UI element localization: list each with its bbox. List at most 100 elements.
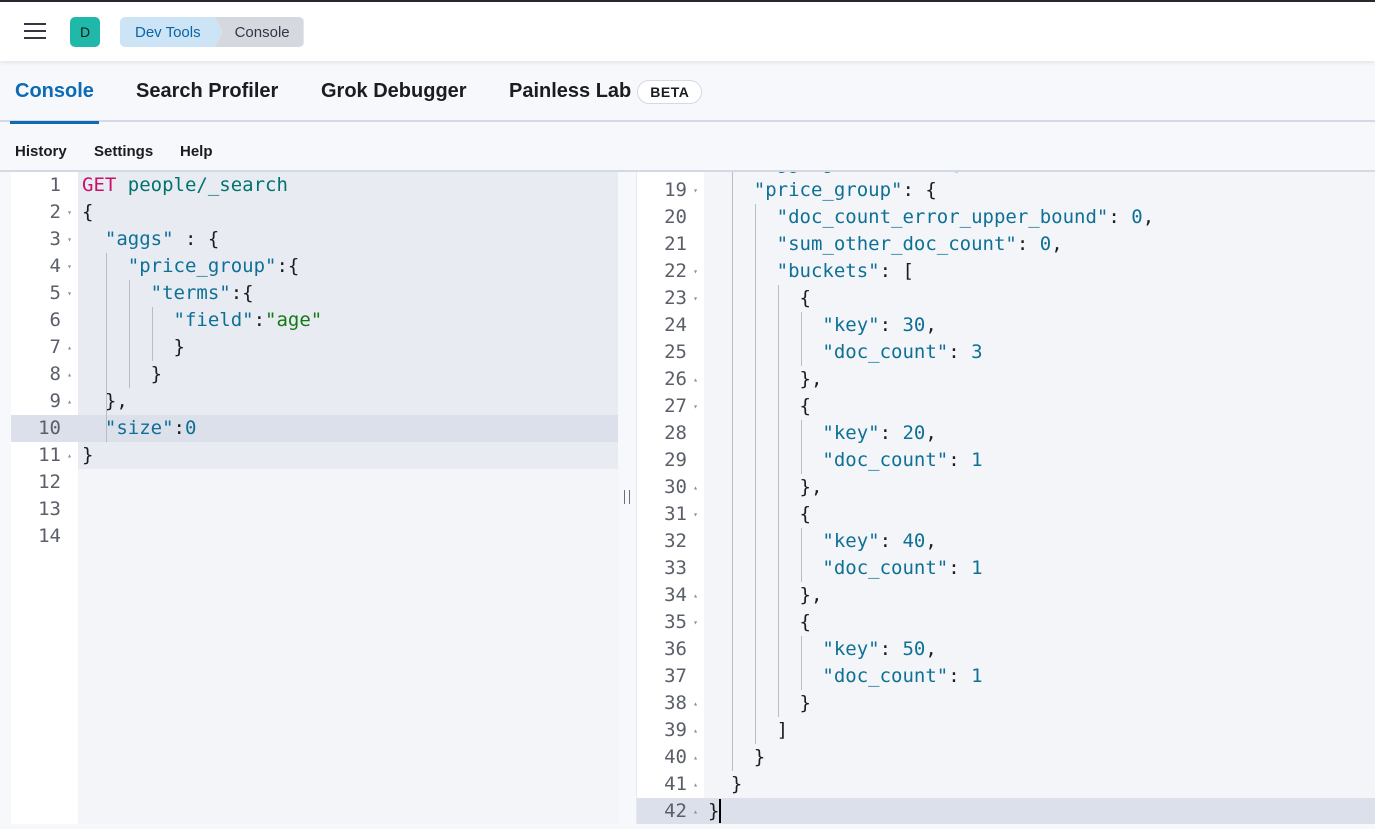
line-number: 20	[664, 206, 687, 228]
fold-expand-icon[interactable]: ▴	[67, 442, 72, 469]
line-number: 33	[664, 557, 687, 579]
token-punc: }	[82, 363, 163, 385]
token-punc	[708, 638, 822, 660]
fold-expand-icon[interactable]: ▴	[693, 771, 698, 798]
fold-expand-icon[interactable]: ▴	[693, 474, 698, 501]
fold-collapse-icon[interactable]: ▾	[693, 177, 698, 204]
token-punc: ,	[925, 638, 937, 660]
line-number: 10	[38, 417, 61, 439]
response-editor-content[interactable]: "aggregations" : { "price_group": { "doc…	[704, 172, 1375, 824]
fold-expand-icon[interactable]: ▴	[67, 388, 72, 415]
fold-expand-icon[interactable]: ▴	[693, 582, 698, 609]
token-punc	[82, 309, 174, 331]
tab-painless-lab[interactable]: Painless Lab BETA	[509, 61, 703, 122]
code-line: ]	[708, 717, 788, 744]
fold-collapse-icon[interactable]: ▾	[67, 253, 72, 280]
response-editor[interactable]: 19 ▾ 20 21 22 ▾ 23 ▾ 24 25 26 ▴ 27 ▾ 28 29 30 ▴ 31 ▾ 32 33 34 ▴…	[636, 172, 1375, 824]
code-line: {	[708, 501, 811, 528]
token-key: "key"	[822, 314, 880, 336]
token-punc	[82, 417, 105, 439]
code-line: "price_group": {	[708, 177, 937, 204]
fold-collapse-icon[interactable]: ▾	[693, 285, 698, 312]
token-punc: : {	[173, 228, 220, 250]
request-editor-content[interactable]: GET people/_search{ "aggs" : { "price_gr…	[78, 172, 658, 824]
line-number: 35	[664, 611, 687, 633]
tab-console[interactable]: Console	[10, 61, 99, 124]
fold-expand-icon[interactable]: ▴	[67, 334, 72, 361]
code-line: "key": 30,	[708, 312, 936, 339]
indent-guide	[800, 312, 802, 366]
token-punc: :	[879, 638, 903, 660]
tab-painless-lab-label: Painless Lab	[509, 80, 632, 102]
line-number: 3	[49, 228, 61, 250]
token-punc: },	[82, 390, 128, 412]
fold-expand-icon[interactable]: ▴	[693, 717, 698, 744]
line-number: 31	[664, 503, 687, 525]
fold-collapse-icon[interactable]: ▾	[693, 393, 698, 420]
fold-expand-icon[interactable]: ▴	[67, 361, 72, 388]
fold-expand-icon[interactable]: ▴	[693, 690, 698, 717]
space-avatar[interactable]: D	[70, 17, 100, 47]
breadcrumb: Dev Tools Console	[120, 17, 304, 47]
menu-icon[interactable]	[24, 23, 46, 39]
indent-guide	[128, 280, 130, 388]
token-punc	[708, 341, 822, 363]
fold-collapse-icon[interactable]: ▾	[693, 609, 698, 636]
code-line: "doc_count": 1	[708, 447, 982, 474]
indent-guide	[754, 204, 756, 744]
line-number: 13	[38, 498, 61, 520]
fold-collapse-icon[interactable]: ▾	[67, 226, 72, 253]
token-str: "age"	[265, 309, 323, 331]
request-editor[interactable]: 1 2 ▾ 3 ▾ 4 ▾ 5 ▾ 6 7 ▴ 8 ▴ 9 ▴ 10 11 ▴ 12 13 14 GET people/_…	[11, 172, 658, 824]
token-punc: {	[708, 395, 811, 417]
line-number: 27	[664, 395, 687, 417]
line-number: 6	[49, 309, 61, 331]
code-line: }	[708, 798, 719, 824]
line-number: 14	[38, 525, 61, 547]
fold-collapse-icon[interactable]: ▾	[67, 280, 72, 307]
indent-guide	[731, 172, 733, 771]
line-number: 39	[664, 719, 687, 741]
token-punc: },	[708, 368, 823, 390]
token-punc	[708, 557, 822, 579]
code-line: "size":0	[82, 415, 197, 442]
history-link[interactable]: History	[15, 143, 67, 160]
fold-collapse-icon[interactable]: ▾	[693, 258, 698, 285]
breadcrumb-dev-tools[interactable]: Dev Tools	[120, 17, 223, 47]
line-number: 26	[664, 368, 687, 390]
panel-resizer[interactable]	[618, 172, 636, 824]
fold-collapse-icon[interactable]: ▾	[67, 199, 72, 226]
token-punc: },	[708, 584, 823, 606]
token-punc: ,	[925, 530, 937, 552]
code-line: "key": 20,	[708, 420, 936, 447]
fold-expand-icon[interactable]: ▴	[693, 366, 698, 393]
settings-link[interactable]: Settings	[94, 143, 153, 160]
beta-badge: BETA	[637, 79, 703, 104]
tab-grok-debugger[interactable]: Grok Debugger	[321, 61, 467, 122]
token-num: 0	[1039, 233, 1052, 255]
token-punc: :	[879, 422, 903, 444]
token-punc: : [	[879, 260, 914, 282]
token-punc	[82, 255, 128, 277]
tab-search-profiler[interactable]: Search Profiler	[136, 61, 278, 122]
token-url: people/_search	[127, 174, 288, 196]
fold-expand-icon[interactable]: ▴	[693, 798, 698, 824]
console-menu: History Settings Help	[0, 124, 1375, 172]
code-line: {	[82, 199, 93, 226]
code-line: "price_group":{	[82, 253, 300, 280]
fold-expand-icon[interactable]: ▴	[693, 744, 698, 771]
token-punc: :{	[276, 255, 300, 277]
token-punc	[708, 206, 777, 228]
token-key: "key"	[822, 422, 880, 444]
fold-collapse-icon[interactable]: ▾	[693, 501, 698, 528]
line-number: 7	[49, 336, 61, 358]
code-line: },	[708, 474, 823, 501]
line-number: 5	[49, 282, 61, 304]
token-punc	[708, 233, 777, 255]
help-link[interactable]: Help	[180, 143, 213, 160]
token-key: "aggs"	[104, 228, 174, 250]
indent-guide	[800, 636, 802, 690]
code-line: }	[82, 361, 162, 388]
token-punc: :	[879, 530, 903, 552]
response-gutter: 19 ▾ 20 21 22 ▾ 23 ▾ 24 25 26 ▴ 27 ▾ 28 29 30 ▴ 31 ▾ 32 33 34 ▴…	[637, 172, 704, 824]
